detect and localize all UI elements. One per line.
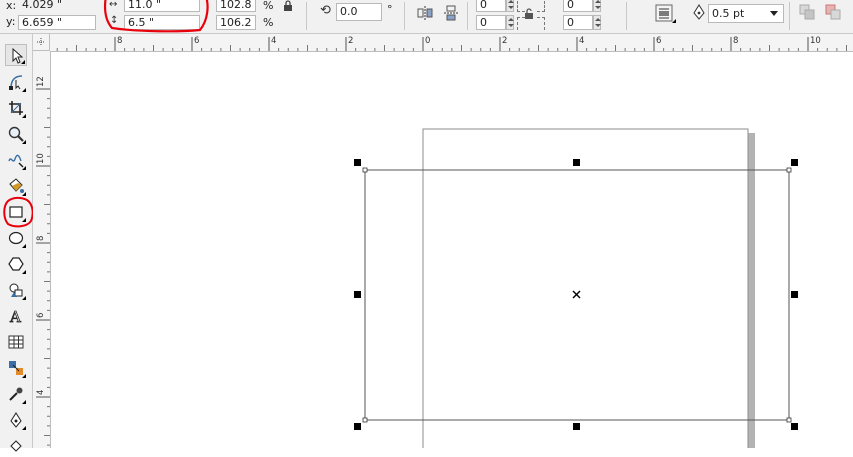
round-corner-bracket-icon xyxy=(537,17,545,30)
ruler-top-label: 8 xyxy=(733,36,738,46)
ruler-top-label: 0 xyxy=(425,36,430,46)
ellipse-tool[interactable] xyxy=(5,227,27,249)
ruler-left-label: 12 xyxy=(36,76,46,87)
corner-radius-top-right-spinner[interactable] xyxy=(593,0,601,12)
selection-handle-top-center xyxy=(573,159,580,166)
ruler-origin-icon xyxy=(37,38,45,46)
lock-ratio-icon[interactable] xyxy=(283,0,293,15)
svg-text:A: A xyxy=(9,308,21,324)
polygon-tool[interactable] xyxy=(5,253,27,275)
pick-tool[interactable] xyxy=(5,44,27,66)
y-position-field[interactable]: 6.659 " xyxy=(18,15,96,30)
toolbox: A xyxy=(0,34,34,452)
ruler-left-label: 10 xyxy=(36,153,46,164)
x-position-label: x: xyxy=(6,0,17,12)
red-annotation-circle-rectangle-tool xyxy=(3,196,34,228)
corner-radius-bottom-left-spinner[interactable] xyxy=(506,15,514,30)
mirror-horizontal-icon[interactable] xyxy=(417,5,433,24)
scale-y-field[interactable]: 106.2 xyxy=(216,15,256,30)
separator xyxy=(789,2,790,30)
corner-node xyxy=(786,167,792,173)
selection-handle-bottom-center xyxy=(573,423,580,430)
crop-tool[interactable] xyxy=(5,97,27,119)
selection-handle-middle-right xyxy=(791,291,798,298)
ruler-left-label: 8 xyxy=(36,236,46,241)
text-tool[interactable]: A xyxy=(5,305,27,327)
corner-radius-top-left-spinner[interactable] xyxy=(506,0,514,12)
ruler-top-label: 2 xyxy=(348,36,353,46)
round-corner-bracket-icon xyxy=(537,0,545,12)
x-position-field[interactable]: 4.029 " xyxy=(18,0,96,12)
ruler-top-label: 6 xyxy=(656,36,661,46)
basic-shapes-tool[interactable] xyxy=(5,279,27,301)
selection-handle-bottom-right xyxy=(791,423,798,430)
corner-lock-icon[interactable] xyxy=(524,8,534,23)
freehand-tool[interactable] xyxy=(5,149,27,171)
separator xyxy=(404,2,405,30)
wrap-text-dropdown-icon[interactable] xyxy=(672,19,676,23)
page-border xyxy=(422,128,749,448)
fill-tool[interactable] xyxy=(5,435,27,457)
property-bar: x: 4.029 " y: 6.659 " ↔ 11.0 " ↕ 6.5 " 1… xyxy=(0,0,853,34)
page-shadow xyxy=(748,133,755,448)
table-grid-icon xyxy=(8,335,24,349)
round-corner-bracket-icon xyxy=(517,17,525,30)
scale-x-field[interactable]: 102.8 xyxy=(216,0,256,12)
corner-radius-bottom-right-spinner[interactable] xyxy=(593,15,601,30)
corner-node xyxy=(362,417,368,423)
scale-y-percent: % xyxy=(263,16,274,29)
selection-handle-middle-left xyxy=(354,291,361,298)
eyedropper-tool[interactable] xyxy=(5,383,27,405)
interactive-blend-tool[interactable] xyxy=(5,357,27,379)
paint-bucket-icon xyxy=(10,440,22,452)
ruler-top-label: 4 xyxy=(271,36,276,46)
scale-x-percent: % xyxy=(263,0,274,12)
ruler-top-label: 2 xyxy=(502,36,507,46)
ruler-top-label: 8 xyxy=(117,36,122,46)
to-front-icon[interactable] xyxy=(799,4,815,23)
vertical-ruler[interactable]: 12 10 8 6 4 xyxy=(33,51,51,448)
table-tool[interactable] xyxy=(5,331,27,353)
horizontal-ruler[interactable]: 8 6 4 2 0 2 4 6 8 10 xyxy=(33,34,853,52)
separator xyxy=(626,2,627,30)
drawing-canvas[interactable] xyxy=(51,52,853,448)
corner-node xyxy=(362,167,368,173)
ruler-top-label: 10 xyxy=(810,36,821,46)
separator xyxy=(467,2,468,30)
smart-fill-tool[interactable] xyxy=(5,175,27,197)
ruler-top-label: 4 xyxy=(579,36,584,46)
ruler-origin-corner[interactable] xyxy=(33,34,50,51)
to-back-icon[interactable] xyxy=(825,4,841,23)
separator xyxy=(306,2,307,30)
rotation-icon: ⟲ xyxy=(320,3,331,18)
y-position-label: y: xyxy=(6,15,16,28)
ruler-left-label: 4 xyxy=(36,390,46,395)
corner-radius-bottom-right-field[interactable]: 0 xyxy=(563,15,593,30)
canvas-drawing[interactable] xyxy=(51,52,853,448)
selection-handle-top-left xyxy=(354,159,361,166)
corner-node xyxy=(786,417,792,423)
ruler-top-label: 6 xyxy=(194,36,199,46)
rotation-angle-field[interactable]: 0.0 xyxy=(336,3,382,21)
corner-radius-top-left-field[interactable]: 0 xyxy=(476,0,506,12)
corner-radius-top-right-field[interactable]: 0 xyxy=(563,0,593,12)
selection-handle-top-right xyxy=(791,159,798,166)
selection-handle-bottom-left xyxy=(354,423,361,430)
outline-pen-icon xyxy=(692,4,706,23)
mirror-vertical-icon[interactable] xyxy=(443,5,459,24)
ruler-left-label: 6 xyxy=(36,313,46,318)
red-annotation-circle-size xyxy=(104,0,209,33)
text-a-icon: A xyxy=(9,308,22,324)
chevron-down-icon[interactable] xyxy=(770,11,778,16)
zoom-tool[interactable] xyxy=(5,123,27,145)
wrap-paragraph-text-icon[interactable] xyxy=(655,4,673,25)
outline-pen-tool[interactable] xyxy=(5,409,27,431)
shape-tool[interactable] xyxy=(5,71,27,93)
corner-radius-bottom-left-field[interactable]: 0 xyxy=(476,15,506,30)
rotation-degree-symbol: ° xyxy=(387,3,393,16)
